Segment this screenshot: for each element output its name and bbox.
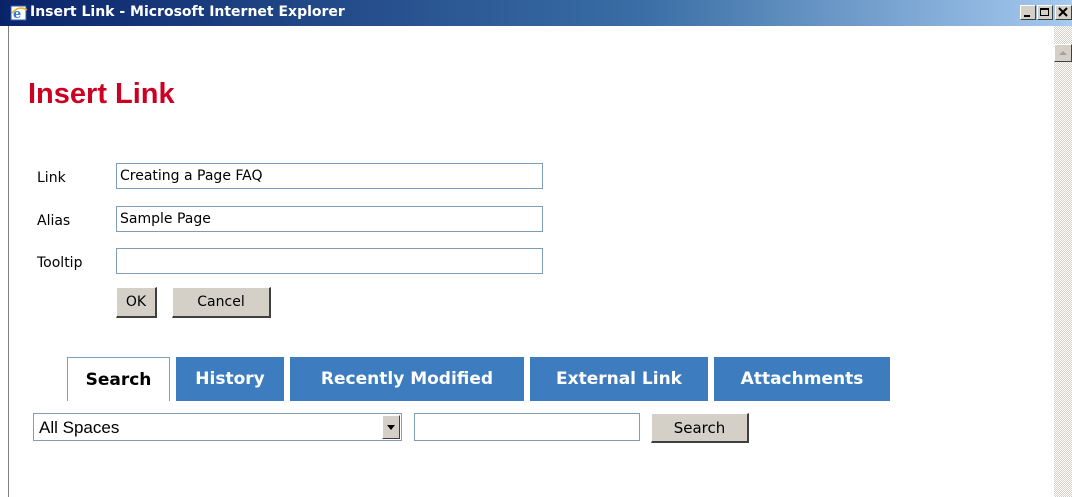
alias-label: Alias: [37, 213, 71, 229]
tab-external-link[interactable]: External Link: [530, 357, 708, 401]
dropdown-button[interactable]: [382, 415, 400, 439]
title-bar: e Insert Link - Microsoft Internet Explo…: [0, 0, 1072, 26]
tooltip-label: Tooltip: [37, 255, 83, 271]
close-icon: [1058, 7, 1068, 17]
maximize-icon: [1040, 8, 1049, 16]
minimize-icon: [1024, 15, 1030, 17]
alias-input[interactable]: [116, 206, 543, 232]
tab-recently-modified[interactable]: Recently Modified: [290, 357, 524, 401]
space-select-value: All Spaces: [39, 418, 120, 437]
tooltip-input[interactable]: [116, 248, 543, 274]
arrow-up-icon: [1059, 51, 1067, 55]
chevron-down-icon: [387, 425, 395, 430]
link-input[interactable]: [116, 163, 543, 189]
tab-history[interactable]: History: [176, 357, 284, 401]
tab-search[interactable]: Search: [67, 357, 170, 401]
space-select[interactable]: All Spaces: [33, 413, 402, 441]
search-input[interactable]: [414, 413, 640, 441]
minimize-button[interactable]: [1020, 5, 1036, 20]
window-title: Insert Link - Microsoft Internet Explore…: [30, 4, 345, 20]
ok-button[interactable]: OK: [116, 287, 157, 318]
link-label: Link: [37, 170, 66, 186]
window-frame-border: [8, 26, 9, 497]
cancel-button[interactable]: Cancel: [172, 287, 271, 318]
page-title: Insert Link: [28, 78, 175, 110]
ie-icon: e: [10, 4, 28, 22]
tab-attachments[interactable]: Attachments: [714, 357, 890, 401]
scroll-up-button[interactable]: [1054, 44, 1072, 62]
close-button[interactable]: [1055, 5, 1072, 20]
vertical-scrollbar[interactable]: [1054, 26, 1072, 497]
search-button[interactable]: Search: [651, 413, 749, 443]
maximize-button[interactable]: [1037, 5, 1053, 20]
